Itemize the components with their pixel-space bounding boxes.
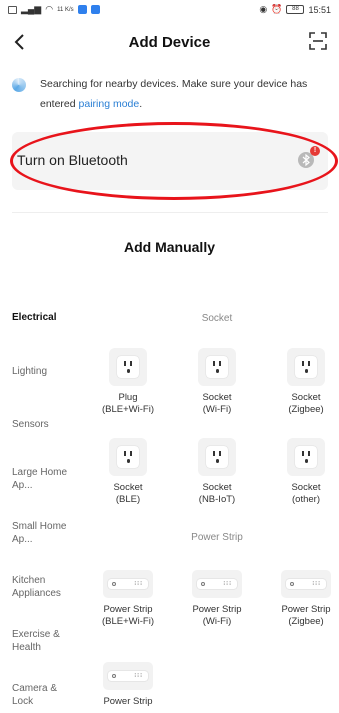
device-item[interactable]: ⁝⁝⁝ Power Strip (BLE+Wi-Fi) xyxy=(88,570,168,628)
power-strip-icon: ⁝⁝⁝ xyxy=(192,570,242,598)
app-header: Add Device xyxy=(0,24,339,62)
device-item[interactable]: ⁝⁝⁝ Power Strip (Zigbee) xyxy=(266,570,339,628)
scan-icon xyxy=(309,32,327,50)
page-title: Add Device xyxy=(128,34,211,51)
device-label: Socket (Wi-Fi) xyxy=(202,392,232,415)
alert-badge: ! xyxy=(310,146,320,156)
device-label: Power Strip xyxy=(103,696,153,707)
section-title-socket: Socket xyxy=(201,313,233,324)
device-label: Power Strip (Zigbee) xyxy=(281,604,331,627)
category-small-home-appliances[interactable]: Small Home Ap... xyxy=(12,520,74,546)
notice-text: Searching for nearby devices. Make sure … xyxy=(40,78,308,110)
loading-spinner-icon xyxy=(12,78,26,92)
pairing-mode-link[interactable]: pairing mode xyxy=(79,98,140,110)
power-strip-icon: ⁝⁝⁝ xyxy=(281,570,331,598)
signal-icon: ▂▄▆ xyxy=(21,4,42,14)
eye-icon: ◉ xyxy=(259,4,268,14)
category-large-home-appliances[interactable]: Large Home Ap... xyxy=(12,466,74,492)
socket-icon xyxy=(287,438,325,476)
sim-icon xyxy=(8,5,17,14)
device-item[interactable]: Socket (NB-IoT) xyxy=(177,438,257,506)
socket-icon xyxy=(198,348,236,386)
device-label: Plug (BLE+Wi-Fi) xyxy=(102,392,154,415)
app-notification-icon xyxy=(77,5,87,14)
category-camera-lock[interactable]: Camera & Lock xyxy=(12,682,72,708)
socket-icon xyxy=(109,438,147,476)
category-electrical[interactable]: Electrical xyxy=(12,311,92,324)
device-item[interactable]: Socket (Zigbee) xyxy=(266,348,339,416)
status-left: ▂▄▆ ◠ 11 K/s xyxy=(8,4,100,15)
category-kitchen-appliances[interactable]: Kitchen Appliances xyxy=(12,574,72,600)
divider xyxy=(12,212,328,213)
device-label: Power Strip (BLE+Wi-Fi) xyxy=(102,604,154,627)
bluetooth-card[interactable]: Turn on Bluetooth ! xyxy=(12,132,328,190)
device-item[interactable]: Plug (BLE+Wi-Fi) xyxy=(88,348,168,416)
device-item[interactable]: Socket (BLE) xyxy=(88,438,168,506)
category-lighting[interactable]: Lighting xyxy=(12,365,92,378)
status-bar: ▂▄▆ ◠ 11 K/s ◉ ⏰ 88 15:51 xyxy=(0,0,339,20)
scan-button[interactable] xyxy=(309,32,327,50)
clock: 15:51 xyxy=(308,4,331,15)
device-item[interactable]: ⁝⁝⁝ Power Strip xyxy=(88,662,168,708)
device-item[interactable]: Socket (Wi-Fi) xyxy=(177,348,257,416)
power-strip-icon: ⁝⁝⁝ xyxy=(103,570,153,598)
device-item[interactable]: Socket (other) xyxy=(266,438,339,506)
device-label: Socket (Zigbee) xyxy=(288,392,324,415)
search-notice: Searching for nearby devices. Make sure … xyxy=(12,74,330,114)
power-strip-icon: ⁝⁝⁝ xyxy=(103,662,153,690)
socket-icon xyxy=(287,348,325,386)
section-title-power-strip: Power Strip xyxy=(191,532,243,543)
category-sensors[interactable]: Sensors xyxy=(12,418,92,431)
device-label: Socket (BLE) xyxy=(113,482,143,505)
socket-icon xyxy=(109,348,147,386)
add-manually-title: Add Manually xyxy=(123,239,215,255)
device-label: Socket (other) xyxy=(291,482,321,505)
alarm-icon: ⏰ xyxy=(271,4,283,14)
wifi-icon: ◠ xyxy=(45,4,54,14)
device-item[interactable]: ⁝⁝⁝ Power Strip (Wi-Fi) xyxy=(177,570,257,628)
socket-icon xyxy=(198,438,236,476)
category-exercise-health[interactable]: Exercise & Health xyxy=(12,628,72,654)
battery-icon: 88 xyxy=(286,5,305,14)
status-right: ◉ ⏰ 88 15:51 xyxy=(259,4,331,15)
app-notification-icon-2 xyxy=(90,5,100,14)
network-speed: 11 K/s xyxy=(57,6,74,13)
bluetooth-label: Turn on Bluetooth xyxy=(17,152,128,168)
device-label: Power Strip (Wi-Fi) xyxy=(192,604,242,627)
device-label: Socket (NB-IoT) xyxy=(198,482,236,505)
